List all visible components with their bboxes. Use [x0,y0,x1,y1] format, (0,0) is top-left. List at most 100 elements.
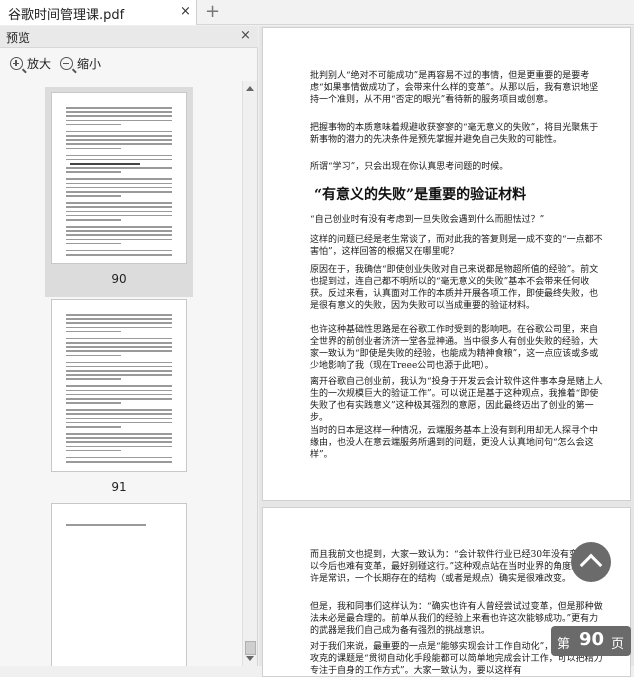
thumbnail-text-line [66,433,172,435]
thumbnail-text-line [66,123,121,126]
thumbnail-text-line [66,426,121,428]
thumbnail-text-line [66,524,146,526]
zoom-in-label: 放大 [27,57,52,71]
thumbnail-text-line [66,178,172,180]
close-tab-icon[interactable]: × [180,3,191,21]
thumbnail-text-line [66,393,172,396]
scrollbar-thumb[interactable] [245,641,256,655]
thumbnail-text-line [66,441,172,443]
thumbnail-text-line [66,330,121,333]
thumbnail-text-line [66,361,172,364]
thumbnail-page-92[interactable] [45,498,193,666]
thumbnail-text-line [66,242,121,245]
thumbnail-page-90[interactable]: 90 [45,87,193,297]
thumbnail-page-91[interactable]: 91 [45,294,193,504]
thumbnail-text-line [66,191,172,193]
zoom-out-button[interactable]: 缩小 [60,55,101,73]
thumbnail-text-line [66,119,172,122]
sidebar-header: 预览 × [0,26,258,48]
thumbnail-text-line [66,445,172,448]
zoom-in-icon [10,57,23,70]
thumbnail-text-line [66,402,121,404]
paragraph: 离开谷歌自己创业前，我认为“投身于开发云会计软件这件事本身是赌上人生的一次规模巨… [310,377,603,423]
page-indicator[interactable]: 第 90 页 [551,626,631,656]
thumbnail-page-number: 91 [111,480,127,494]
thumbnail-text-line [66,230,172,232]
thumbnail-text-line [70,163,140,165]
thumbnail-text-line [66,167,172,169]
tab-bar: 谷歌时间管理课.pdf × + [0,0,634,25]
current-page-number: 90 [579,629,605,650]
thumbnail-text-line [66,413,172,415]
zoom-in-button[interactable]: 放大 [10,55,51,73]
thumbnail-text-line [66,158,172,161]
close-sidebar-icon[interactable]: × [240,28,251,43]
thumbnail-text-line [66,398,172,400]
preview-sidebar: 预览 × 放大 缩小 90 91 [0,26,258,666]
new-tab-icon[interactable]: + [205,1,220,23]
thumbnail-text-line [66,147,121,150]
paragraph: 当时的日本是这样一种情况，云端服务基本上没有到利用却无人探寻个中缘由，也没人在意… [310,426,599,460]
thumbnail-text-line [66,370,172,372]
document-tab[interactable]: 谷歌时间管理课.pdf × [0,0,197,25]
zoom-toolbar: 放大 缩小 [0,49,258,79]
page-indicator-suffix: 页 [611,637,625,652]
thumbnail-text-line [66,421,172,424]
zoom-out-label: 缩小 [77,57,102,71]
chevron-up-icon [579,553,603,577]
paragraph: “自己创业时有没有考虑到一旦失败会遇到什么而胆怯过？” [310,215,545,225]
thumbnail-text-line [66,318,172,320]
scroll-to-top-button[interactable] [571,542,611,582]
thumbnail-text-line [66,226,172,228]
thumbnail-text-line [66,206,172,208]
paragraph: 也许这种基础性思路是在谷歌工作时受到的影响吧。在谷歌公司里，来自全世界的前创业者… [310,325,599,371]
thumbnail-text-line [66,409,172,411]
thumbnail-page-number: 90 [111,272,127,286]
thumbnail-text-line [66,135,172,137]
thumbnail-image [51,92,187,264]
thumbnail-text-line [66,186,172,189]
paragraph: 所谓“学习”，只会出现在你认真思考问题的时候。 [310,162,509,172]
thumbnail-text-line [66,210,172,213]
paragraph: 这样的问题已经是老生常谈了，而对此我的答复则是一成不变的“一点都不害怕”，这样回… [310,235,603,257]
thumbnail-scrollbar[interactable] [242,81,257,666]
thumbnail-text-line [66,234,172,236]
thumbnail-text-line [66,139,172,141]
scroll-down-arrow-icon[interactable] [246,656,254,661]
sidebar-title: 预览 [6,31,31,45]
thumbnail-image [51,299,187,472]
document-tab-title[interactable]: 谷歌时间管理课.pdf [8,4,124,23]
thumbnail-text-line [66,154,172,157]
thumbnail-text-line [66,378,121,380]
thumbnail-text-line [66,461,172,463]
thumbnail-text-line [66,115,172,117]
thumbnail-text-line [66,365,172,368]
thumbnail-text-line [66,374,172,376]
thumbnail-text-line [66,449,121,452]
thumbnail-text-line [66,202,172,204]
thumbnail-text-line [66,182,172,185]
thumbnail-text-line [66,130,172,133]
thumbnail-text-line [66,385,172,387]
thumbnail-text-line [66,111,172,113]
paragraph: 原因在于，我确信“即使创业失败对自己来说都是物超所值的经验”。前文也提到过，连自… [310,265,599,311]
thumbnail-text-line [66,143,172,145]
thumbnail-text-line [66,249,172,252]
scroll-up-arrow-icon[interactable] [246,86,254,91]
thumbnail-text-line [66,214,172,217]
section-heading: “有意义的失败”是重要的验证材料 [314,187,527,203]
thumbnail-text-line [66,219,121,221]
thumbnail-text-line [66,354,121,357]
thumbnail-image [51,503,187,666]
thumbnail-text-line [66,346,172,348]
zoom-out-icon [60,57,73,70]
thumbnail-text-line [66,195,121,197]
thumbnail-text-line [66,314,172,316]
thumbnail-text-line [66,254,172,256]
thumbnail-text-line [66,107,172,109]
thumbnail-text-line [66,322,172,324]
thumbnail-text-line [66,171,121,173]
thumbnail-text-line [66,350,172,352]
thumbnail-text-line [66,326,172,329]
page-indicator-prefix: 第 [557,637,571,652]
